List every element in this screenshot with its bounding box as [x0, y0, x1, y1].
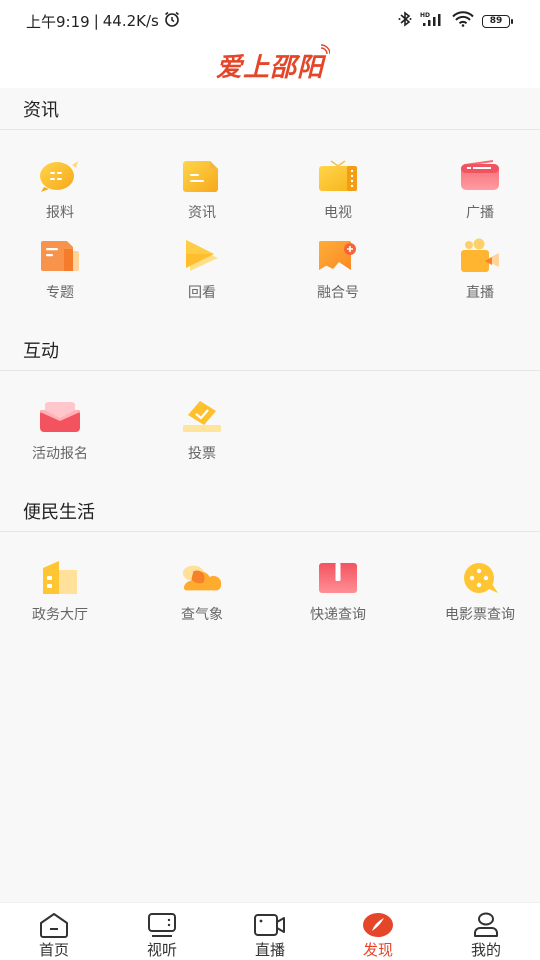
app-logo: 爱上邵阳 [215, 43, 330, 84]
topic-icon [38, 238, 82, 274]
tab-label: 我的 [470, 941, 501, 959]
grid-item-movie-ticket[interactable]: 电影票查询 [420, 560, 540, 630]
user-icon [469, 911, 503, 938]
vote-icon [180, 399, 224, 435]
section-title-text: 便民生活 [23, 501, 95, 523]
tab-live[interactable]: 直播 [216, 903, 324, 960]
grid-item-label: 电视 [324, 205, 352, 221]
section-title-text: 资讯 [23, 99, 59, 121]
logo-signal-icon [320, 43, 330, 54]
grid-item-label: 融合号 [317, 285, 359, 301]
tab-audio-visual[interactable]: 视听 [108, 903, 216, 960]
tab-label: 发现 [362, 941, 393, 959]
section-title-services: 便民生活 [0, 490, 540, 532]
grid-item-label: 活动报名 [32, 446, 88, 462]
grid-item-label: 快递查询 [310, 607, 366, 623]
status-separator: | [93, 12, 99, 30]
grid-item-label: 电影票查询 [445, 607, 515, 623]
status-net-speed: 44.2K/s [102, 12, 159, 30]
wifi-icon [452, 11, 474, 31]
tab-label: 首页 [38, 941, 69, 959]
grid-item-vote[interactable]: 投票 [142, 399, 262, 469]
tv-outline-icon [145, 911, 179, 938]
grid-item-tv[interactable]: 电视 [278, 158, 398, 228]
grid-item-replay[interactable]: 回看 [142, 238, 262, 308]
grid-item-ronghehao[interactable]: 融合号 [278, 238, 398, 308]
section-title-text: 互动 [23, 340, 59, 362]
package-icon [316, 560, 360, 596]
grid-item-gov-hall[interactable]: 政务大厅 [0, 560, 120, 630]
tv-icon [316, 158, 360, 194]
weather-icon [180, 560, 224, 596]
grid-item-weather[interactable]: 查气象 [142, 560, 262, 630]
grid-item-topic[interactable]: 专题 [0, 238, 120, 308]
grid-item-baoliao[interactable]: 报料 [0, 158, 120, 228]
grid-item-event-signup[interactable]: 活动报名 [0, 399, 120, 469]
battery-icon: 89 [482, 14, 513, 28]
chat-bubble-icon [38, 158, 82, 194]
grid-item-label: 查气象 [181, 607, 223, 623]
compass-icon [361, 911, 395, 938]
play-icon [180, 238, 224, 274]
section-title-interaction: 互动 [0, 329, 540, 371]
tab-home[interactable]: 首页 [0, 903, 108, 960]
grid-item-label: 回看 [188, 285, 216, 301]
tab-label: 直播 [254, 941, 285, 959]
svg-text:HD: HD [420, 12, 430, 19]
tab-label: 视听 [146, 941, 177, 959]
grid-item-label: 资讯 [188, 205, 216, 221]
tab-discover[interactable]: 发现 [324, 903, 432, 960]
alarm-icon [163, 10, 181, 32]
status-time: 上午9:19 [26, 12, 90, 31]
film-reel-icon [458, 560, 502, 596]
grid-item-label: 直播 [466, 285, 494, 301]
grid-item-label: 专题 [46, 285, 74, 301]
grid-item-label: 投票 [188, 446, 216, 462]
battery-level: 89 [489, 16, 503, 26]
document-icon [180, 158, 224, 194]
signal-icon: HD [420, 11, 444, 31]
tab-mine[interactable]: 我的 [432, 903, 540, 960]
bottom-tab-bar: 首页 视听 直播 发现 我的 [0, 902, 540, 960]
bookmark-plus-icon [316, 238, 360, 274]
bluetooth-icon [398, 11, 412, 31]
status-bar: 上午9:19 | 44.2K/s HD 89 [0, 0, 540, 42]
envelope-icon [38, 399, 82, 435]
home-icon [37, 911, 71, 938]
grid-item-label: 报料 [46, 205, 74, 221]
radio-icon [458, 158, 502, 194]
logo-text: 爱上邵阳 [215, 52, 324, 83]
section-title-news: 资讯 [0, 88, 540, 130]
grid-item-radio[interactable]: 广播 [420, 158, 540, 228]
building-icon [38, 560, 82, 596]
grid-item-label: 广播 [466, 205, 494, 221]
grid-item-live[interactable]: 直播 [420, 238, 540, 308]
grid-item-zixun[interactable]: 资讯 [142, 158, 262, 228]
grid-item-label: 政务大厅 [32, 607, 88, 623]
app-header: 爱上邵阳 [0, 42, 540, 88]
camera-outline-icon [253, 911, 287, 938]
grid-item-express[interactable]: 快递查询 [278, 560, 398, 630]
video-camera-icon [458, 238, 502, 274]
